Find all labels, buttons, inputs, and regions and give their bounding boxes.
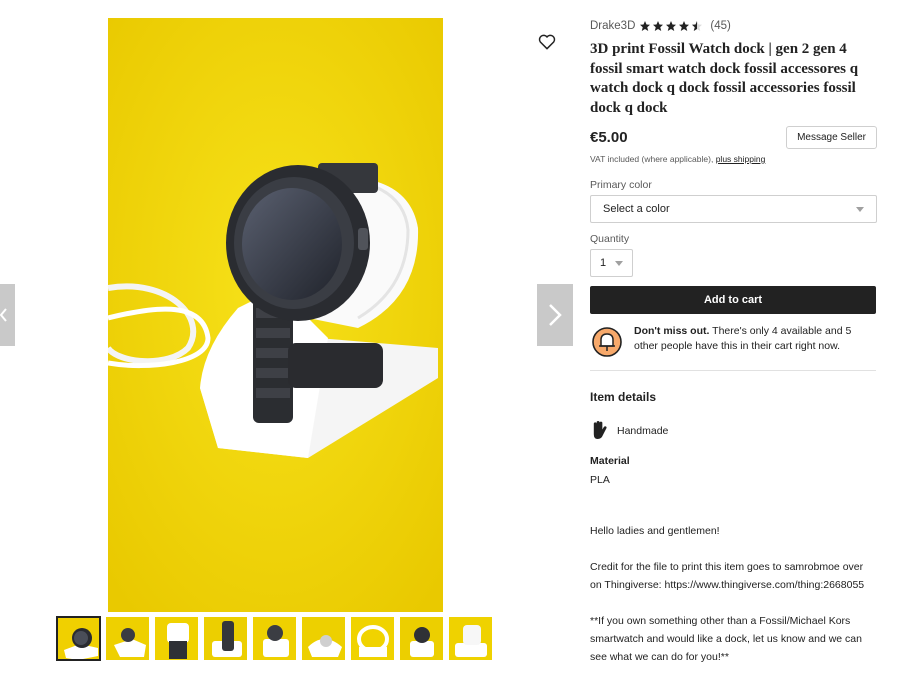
- review-count[interactable]: (45): [710, 20, 730, 32]
- thumbnail-1[interactable]: [56, 616, 101, 661]
- quantity-label: Quantity: [590, 233, 630, 245]
- material-value: PLA: [590, 474, 610, 486]
- item-details-heading: Item details: [590, 390, 657, 404]
- primary-color-label: Primary color: [590, 179, 652, 191]
- description-viewport: Hello ladies and gentlemen! Credit for t…: [590, 522, 877, 675]
- thumbnail-6[interactable]: [301, 616, 346, 661]
- chevron-right-icon: [549, 304, 562, 326]
- heart-icon: [538, 34, 556, 50]
- thumbnail-strip: [56, 616, 493, 662]
- item-description: Hello ladies and gentlemen! Credit for t…: [590, 525, 865, 663]
- star-icon: [666, 21, 677, 31]
- listing-title: 3D print Fossil Watch dock | gen 2 gen 4…: [590, 41, 859, 116]
- material-label: Material: [590, 455, 630, 467]
- handmade-row: Handmade: [590, 420, 877, 441]
- chevron-down-icon: [615, 260, 623, 266]
- shipping-link[interactable]: plus shipping: [716, 154, 766, 164]
- quantity-select[interactable]: 1: [590, 249, 633, 277]
- vat-text: VAT included (where applicable),: [590, 154, 714, 164]
- shop-name-link[interactable]: Drake3D: [590, 20, 635, 32]
- scarcity-notice: Don't miss out. There's only 4 available…: [590, 324, 877, 358]
- thumbnail-8[interactable]: [399, 616, 444, 661]
- half-star-icon: [692, 21, 703, 31]
- thumbnail-5[interactable]: [252, 616, 297, 661]
- next-image-button[interactable]: [537, 284, 573, 346]
- handmade-label: Handmade: [617, 424, 669, 437]
- main-product-image: [108, 18, 443, 612]
- chevron-left-icon: [0, 308, 7, 322]
- primary-color-select[interactable]: Select a color: [590, 195, 877, 223]
- thumbnail-4[interactable]: [203, 616, 248, 661]
- thumbnail-7[interactable]: [350, 616, 395, 661]
- primary-color-value: Select a color: [603, 203, 670, 215]
- hand-icon: [593, 421, 607, 440]
- rating-stars[interactable]: [639, 20, 703, 32]
- scarcity-bold: Don't miss out.: [634, 325, 710, 337]
- scarcity-text: Don't miss out. There's only 4 available…: [634, 324, 877, 358]
- star-icon: [653, 21, 664, 31]
- star-icon: [679, 21, 690, 31]
- vat-note: VAT included (where applicable), plus sh…: [590, 154, 877, 164]
- divider: [590, 370, 876, 371]
- price: €5.00: [590, 129, 628, 146]
- favorite-button[interactable]: [537, 32, 557, 52]
- thumbnail-3[interactable]: [154, 616, 199, 661]
- alarm-bell-icon: [592, 327, 622, 357]
- add-to-cart-button[interactable]: Add to cart: [590, 286, 876, 314]
- previous-image-button[interactable]: [0, 284, 15, 346]
- message-seller-button[interactable]: Message Seller: [786, 126, 877, 149]
- listing-panel: Drake3D (45) 3D print Fossil Watch dock …: [590, 18, 877, 486]
- shop-rating-row: Drake3D (45): [590, 18, 877, 34]
- thumbnail-9[interactable]: [448, 616, 493, 661]
- quantity-value: 1: [600, 257, 607, 269]
- chevron-down-icon: [856, 206, 864, 212]
- thumbnail-2[interactable]: [105, 616, 150, 661]
- price-row: €5.00 Message Seller: [590, 126, 877, 149]
- star-icon: [640, 21, 651, 31]
